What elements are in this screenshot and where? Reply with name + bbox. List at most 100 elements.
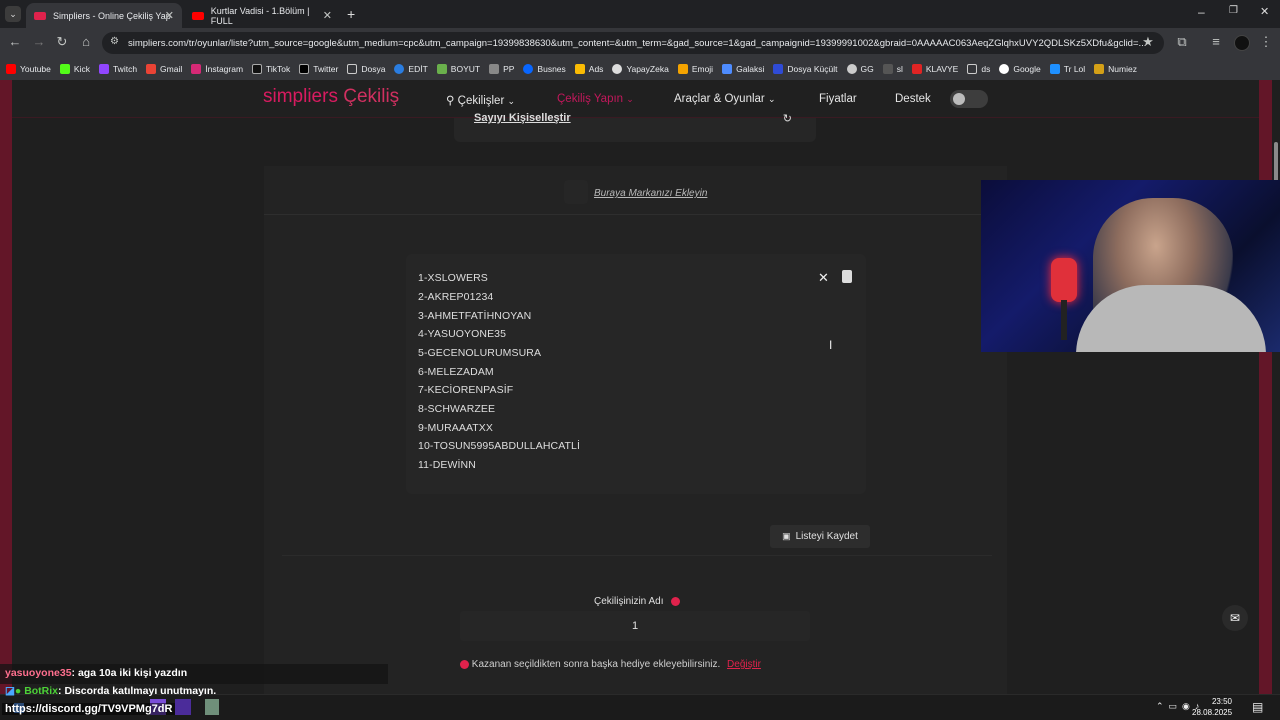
bookmark-galaksi[interactable]: Galaksi	[722, 64, 764, 74]
info-dot-icon	[460, 659, 469, 669]
taskbar-time: 23:50	[1211, 697, 1232, 706]
tab-search-button[interactable]: ⌄	[5, 6, 21, 22]
bookmark-google[interactable]: Google	[999, 64, 1041, 74]
close-window-icon[interactable]: ✕	[1260, 5, 1269, 18]
folder-icon	[347, 64, 358, 74]
bookmark-gg[interactable]: GG	[846, 64, 874, 74]
youtube-favicon-icon	[192, 11, 204, 20]
list-item: 3-AHMETFATİHNOYAN	[418, 310, 532, 322]
support-chat-icon[interactable]: ✉	[1222, 605, 1248, 631]
bookmark-busnes[interactable]: Busnes	[523, 64, 566, 74]
save-list-button[interactable]: ▣ Listeyi Kaydet	[770, 525, 870, 548]
bookmark-tiktok[interactable]: TikTok	[252, 64, 290, 74]
bot-text: : Discorda katılmayı unutmayın.	[58, 685, 217, 697]
site-navbar: simpliers Çekiliş ⚲ Çekilişler ⌄ Çekiliş…	[12, 80, 1259, 118]
taskbar-date: 28.08.2025	[1192, 708, 1233, 717]
list-item: 10-TOSUN5995ABDULLAHCATLİ	[418, 440, 581, 452]
site-info-icon[interactable]: ⚙	[110, 36, 119, 47]
raffle-panel: Buraya Markanızı Ekleyin 1-XSLOWERS 2-AK…	[264, 166, 1007, 694]
bookmark-edit[interactable]: EDİT	[394, 64, 428, 74]
tab-simpliers[interactable]: Simpliers - Online Çekiliş Yap ✕	[26, 3, 182, 28]
restore-icon[interactable]: ❐	[1229, 5, 1238, 16]
bookmark-numiez[interactable]: Numiez	[1094, 64, 1137, 74]
reload-icon[interactable]: ↻	[54, 34, 70, 50]
customize-number-label: Sayıyı Kişiselleştir	[474, 112, 571, 124]
taskbar-app-icon[interactable]	[205, 699, 219, 715]
reading-list-icon[interactable]: ≡	[1208, 34, 1224, 50]
nav-support[interactable]: Destek	[895, 93, 931, 105]
bookmark-pp[interactable]: PP	[489, 64, 514, 74]
bookmark-klavye[interactable]: KLAVYE	[911, 64, 958, 74]
address-bar[interactable]: ⚙ simpliers.com/tr/oyunlar/liste?utm_sou…	[102, 32, 1164, 54]
add-brand-link[interactable]: Buraya Markanızı Ekleyin	[594, 188, 707, 199]
bookmark-ads[interactable]: Ads	[574, 64, 603, 74]
list-item: 8-SCHWARZEE	[418, 403, 496, 415]
nav-tools-games[interactable]: Araçlar & Oyunlar ⌄	[674, 93, 776, 105]
chat-message: yasuoyone35: aga 10a iki kişi yazdın	[0, 664, 388, 684]
twitch-icon	[98, 64, 109, 74]
extensions-icon[interactable]: ⧉	[1174, 34, 1190, 50]
scrollbar-thumb[interactable]	[1274, 142, 1278, 182]
notification-icon[interactable]: ▤	[1252, 700, 1263, 714]
youtube-icon	[6, 64, 16, 74]
menu-icon[interactable]: ⋮	[1258, 34, 1274, 50]
clipboard-icon[interactable]	[842, 270, 852, 283]
gift-note: Kazanan seçildikten sonra başka hediye e…	[460, 659, 761, 670]
bookmark-twitch[interactable]: Twitch	[98, 64, 137, 74]
refresh-icon[interactable]: ↻	[783, 112, 792, 125]
scrollbar[interactable]	[1272, 80, 1280, 694]
bookmark-youtube[interactable]: Youtube	[6, 64, 51, 74]
new-tab-icon[interactable]: +	[347, 6, 355, 22]
microphone-icon	[1051, 258, 1077, 302]
bookmark-twitter[interactable]: Twitter	[299, 64, 338, 74]
discord-link-overlay: https://discord.gg/TV9VPMg7dR	[2, 703, 176, 715]
nav-make-raffle[interactable]: Çekiliş Yapın ⌄	[557, 93, 634, 105]
close-tab-icon[interactable]: ✕	[323, 9, 332, 22]
bookmark-gmail[interactable]: Gmail	[146, 64, 182, 74]
participant-list-textarea[interactable]: 1-XSLOWERS 2-AKREP01234 3-AHMETFATİHNOYA…	[406, 254, 866, 494]
bookmark-kick[interactable]: Kick	[59, 64, 90, 74]
chevron-down-icon: ⌄	[767, 94, 776, 104]
home-icon[interactable]: ⌂	[78, 34, 94, 50]
bookmark-instagram[interactable]: İnstagram	[191, 64, 243, 74]
bookmark-sl[interactable]: sl	[882, 64, 903, 74]
list-item: 2-AKREP01234	[418, 291, 494, 303]
tab-title: Simpliers - Online Çekiliş Yap	[53, 10, 171, 21]
folder-icon	[967, 64, 978, 74]
bookmark-ds[interactable]: ds	[967, 64, 990, 74]
site-logo[interactable]: simpliers Çekiliş	[263, 86, 399, 108]
bookmark-yapayzeka[interactable]: YapayZeka	[612, 64, 669, 74]
close-tab-icon[interactable]: ✕	[165, 9, 174, 22]
bookmark-trlol[interactable]: Tr Lol	[1049, 64, 1085, 74]
clear-list-icon[interactable]: ✕	[818, 270, 829, 286]
numiez-icon	[1094, 64, 1105, 74]
bookmark-emoji[interactable]: Emoji	[677, 64, 713, 74]
profile-avatar[interactable]	[1234, 35, 1250, 51]
google-icon	[999, 64, 1010, 74]
bookmark-star-icon[interactable]: ★	[1140, 34, 1156, 50]
text-cursor-icon: I	[829, 338, 833, 352]
theme-toggle[interactable]	[950, 90, 988, 108]
change-link[interactable]: Değiştir	[727, 659, 761, 670]
browser-tabbar: ⌄ Simpliers - Online Çekiliş Yap ✕ Kurtl…	[0, 0, 1280, 28]
league-icon	[1049, 64, 1060, 74]
chevron-down-icon: ⌄	[507, 96, 516, 106]
raffle-name-input[interactable]	[460, 611, 810, 641]
minimize-icon[interactable]: –	[1198, 5, 1205, 19]
customize-number-card[interactable]: Sayıyı Kişiselleştir ↻	[454, 112, 816, 142]
back-icon[interactable]: ←	[7, 34, 23, 50]
bookmark-dosya[interactable]: Dosya	[347, 64, 385, 74]
mic-arm	[1061, 300, 1067, 340]
forward-icon[interactable]: →	[31, 34, 47, 50]
bookmark-dosya-kucult[interactable]: Dosya Küçült	[773, 64, 838, 74]
list-item: 6-MELEZADAM	[418, 366, 494, 378]
tab-title: Kurtlar Vadisi - 1.Bölüm | FULL	[210, 5, 310, 26]
nav-raffles[interactable]: ⚲ Çekilişler ⌄	[446, 93, 515, 107]
bookmark-boyut[interactable]: BOYUT	[436, 64, 480, 74]
tab-kurtlar-vadisi[interactable]: Kurtlar Vadisi - 1.Bölüm | FULL ✕	[184, 3, 340, 28]
nav-pricing[interactable]: Fiyatlar	[819, 93, 857, 105]
list-item: 1-XSLOWERS	[418, 272, 488, 284]
taskbar-app-icon[interactable]	[175, 699, 191, 715]
divider	[264, 214, 1007, 215]
page-background: simpliers Çekiliş ⚲ Çekilişler ⌄ Çekiliş…	[0, 80, 1272, 694]
